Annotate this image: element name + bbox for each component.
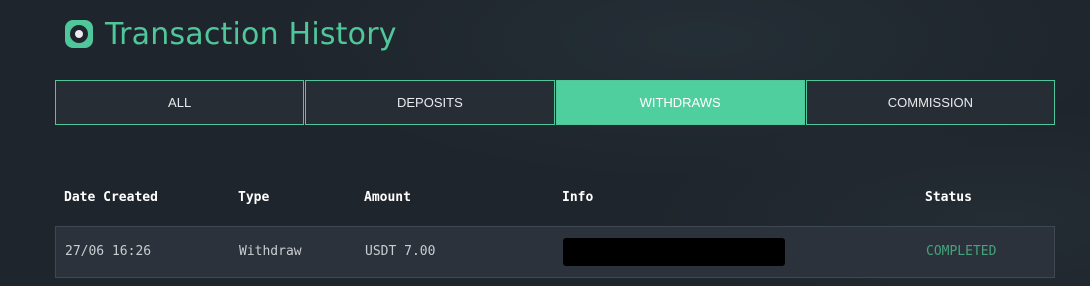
column-header-amount: Amount [364, 190, 411, 205]
column-header-info: Info [562, 190, 594, 205]
table-header: Date Created Type Amount Info Status [55, 190, 1055, 212]
column-header-type: Type [238, 190, 270, 205]
tab-deposits[interactable]: DEPOSITS [305, 80, 555, 125]
tab-withdraws[interactable]: WITHDRAWS [555, 80, 805, 125]
column-header-date: Date Created [64, 190, 158, 205]
column-header-status: Status [925, 190, 972, 205]
page-header: Transaction History [65, 16, 397, 52]
row-amount: USDT 7.00 [365, 244, 436, 259]
tab-all[interactable]: ALL [55, 80, 305, 125]
tab-commission[interactable]: COMMISSION [805, 80, 1055, 125]
row-date: 27/06 16:26 [65, 244, 152, 259]
row-type: Withdraw [239, 244, 302, 259]
table-row: 27/06 16:26 Withdraw USDT 7.00 COMPLETED [55, 226, 1055, 278]
transaction-tabs: ALL DEPOSITS WITHDRAWS COMMISSION [55, 80, 1055, 125]
redacted-info [563, 238, 785, 266]
coin-logo-icon [65, 20, 93, 48]
status-badge: COMPLETED [926, 244, 997, 259]
page-title: Transaction History [105, 16, 397, 52]
